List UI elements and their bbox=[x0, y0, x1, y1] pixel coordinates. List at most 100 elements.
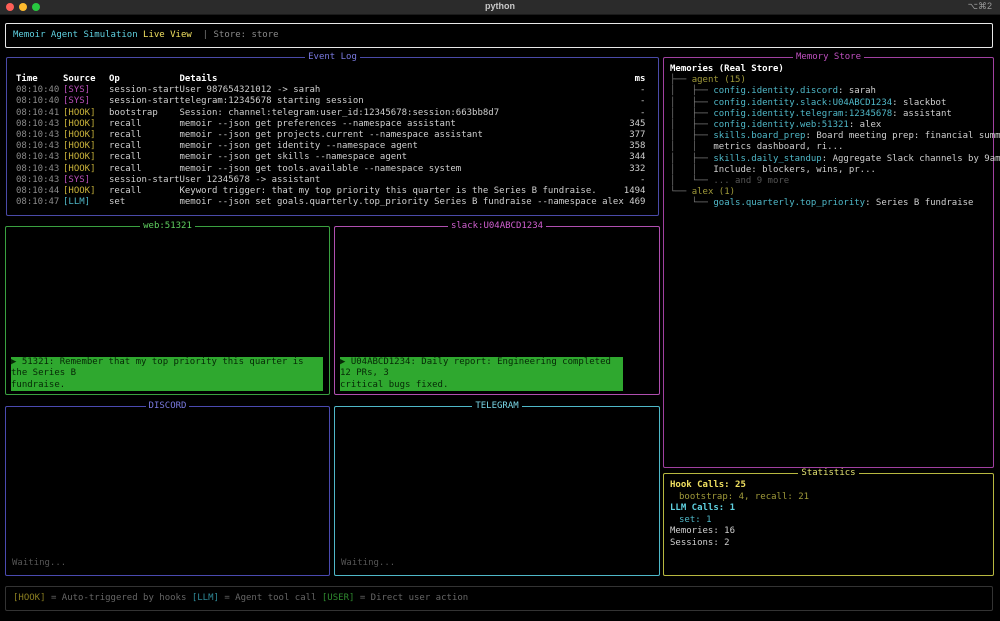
event-ms: - bbox=[640, 85, 646, 96]
legend-hook-tag: [HOOK] bbox=[13, 593, 46, 603]
channel-panel-slack: slack:U04ABCD1234 ▶ U04ABCD1234: Daily r… bbox=[334, 221, 660, 395]
event-op: recall bbox=[109, 130, 142, 141]
legend-user-tag: [USER] bbox=[321, 593, 355, 603]
window-titlebar: python ⌥⌘2 bbox=[0, 0, 1000, 15]
event-source: [SYS] bbox=[63, 85, 91, 96]
event-ms: 332 bbox=[629, 163, 646, 174]
event-log-row: 08:10:40 [SYS] session-start User 987654321… bbox=[16, 85, 645, 96]
event-details: telegram:12345678 starting session bbox=[179, 96, 364, 107]
event-details: User 12345678 -> assistant bbox=[179, 174, 321, 185]
event-ms: 469 bbox=[629, 197, 646, 208]
statistics-body: Hook Calls: 25 bootstrap: 4, recall: 21 … bbox=[670, 480, 809, 549]
memory-item[interactable]: │ ├── config.identity.discord: sarah bbox=[670, 86, 987, 97]
memories-stat: Memories: 16 bbox=[670, 526, 736, 536]
column-header-source: Source bbox=[63, 74, 96, 84]
event-op: set bbox=[109, 197, 126, 208]
app-title: Memoir Agent Simulation bbox=[13, 30, 138, 40]
event-log-title: Event Log bbox=[305, 52, 360, 62]
event-log-row: 08:10:47 [LLM] set memoir --json set goals.… bbox=[16, 197, 645, 208]
event-log-row: 08:10:43 [HOOK] recall memoir --json get to… bbox=[16, 164, 645, 175]
event-op: recall bbox=[109, 163, 142, 174]
event-log-table: Time Source Op Details ms 08:10:40 [SYS] s… bbox=[16, 74, 645, 208]
llm-calls-stat: LLM Calls: 1 bbox=[670, 503, 736, 513]
channel-title-slack: slack:U04ABCD1234 bbox=[447, 221, 547, 231]
event-log-row: 08:10:43 [HOOK] recall memoir --json get id… bbox=[16, 141, 645, 152]
memory-item[interactable]: │ ├── config.identity.telegram:12345678:… bbox=[670, 109, 987, 120]
column-header-time: Time bbox=[16, 74, 38, 84]
channel-panel-discord: DISCORD Waiting... bbox=[5, 401, 330, 576]
event-ms: 344 bbox=[629, 152, 646, 163]
channel-panel-telegram: TELEGRAM Waiting... bbox=[334, 401, 660, 576]
llm-breakdown-stat: set: 1 bbox=[679, 514, 712, 525]
event-details: Keyword trigger: that my top priority th… bbox=[179, 186, 597, 197]
channel-panel-web: web:51321 ▶ 51321: Remember that my top … bbox=[5, 221, 330, 395]
legend-user-desc: = Direct user action bbox=[359, 593, 469, 603]
event-source: [HOOK] bbox=[63, 186, 96, 197]
legend-footer: [HOOK] = Auto-triggered by hooks [LLM] =… bbox=[5, 586, 993, 611]
event-ms: 377 bbox=[629, 130, 646, 141]
event-source: [HOOK] bbox=[63, 163, 96, 174]
store-label: Store: store bbox=[213, 30, 279, 40]
hook-breakdown-stat: bootstrap: 4, recall: 21 bbox=[679, 491, 810, 502]
event-time: 08:10:47 bbox=[16, 197, 60, 208]
event-time: 08:10:40 bbox=[16, 96, 60, 107]
legend-hook-desc: = Auto-triggered by hooks bbox=[50, 593, 187, 603]
event-op: session-start bbox=[109, 85, 180, 96]
tree-node-alex-label: alex (1) bbox=[691, 187, 736, 198]
event-source: [HOOK] bbox=[63, 141, 96, 152]
column-header-details: Details bbox=[179, 74, 218, 84]
event-op: bootstrap bbox=[109, 107, 158, 118]
window-title: python bbox=[485, 1, 515, 11]
channel-title-web: web:51321 bbox=[140, 221, 195, 231]
event-log-row: 08:10:43 [SYS] session-start User 12345678 … bbox=[16, 175, 645, 186]
event-ms: - bbox=[640, 96, 646, 107]
event-op: recall bbox=[109, 152, 142, 163]
statistics-title: Statistics bbox=[798, 468, 859, 478]
event-time: 08:10:44 bbox=[16, 186, 60, 197]
event-log-row: 08:10:44 [HOOK] recall Keyword trigger: tha… bbox=[16, 186, 645, 197]
memory-item-continuation: │ │ metrics dashboard, ri... bbox=[670, 142, 844, 153]
event-time: 08:10:43 bbox=[16, 141, 60, 152]
tree-node-alex[interactable]: └── alex (1) bbox=[670, 187, 987, 198]
memory-item[interactable]: │ ├── skills.daily_standup: Aggregate Sl… bbox=[670, 154, 1000, 165]
event-log-body: 08:10:40 [SYS] session-start User 987654321… bbox=[16, 85, 645, 208]
event-time: 08:10:43 bbox=[16, 130, 60, 141]
memory-item[interactable]: └── goals.quarterly.top_priority: Series… bbox=[670, 198, 987, 209]
memory-more: │ └── ... and 9 more bbox=[670, 175, 790, 186]
memory-item-continuation: │ │ Include: blockers, wins, pr... bbox=[670, 164, 876, 175]
event-op: recall bbox=[109, 118, 142, 129]
event-op: recall bbox=[109, 141, 142, 152]
event-details: memoir --json get preferences --namespac… bbox=[179, 118, 456, 129]
column-header-ms: ms bbox=[634, 74, 646, 84]
discord-status: Waiting... bbox=[12, 557, 67, 568]
legend-line: [HOOK] = Auto-triggered by hooks [LLM] =… bbox=[13, 593, 468, 604]
telegram-status: Waiting... bbox=[341, 557, 396, 568]
event-details: memoir --json get skills --namespace age… bbox=[179, 152, 408, 163]
event-ms: - bbox=[640, 107, 646, 118]
event-time: 08:10:43 bbox=[16, 163, 60, 174]
memory-item[interactable]: │ ├── config.identity.web:51321: alex bbox=[670, 120, 987, 131]
chat-message-slack: ▶ U04ABCD1234: Daily report: Engineering… bbox=[340, 356, 623, 391]
event-source: [HOOK] bbox=[63, 152, 96, 163]
event-source: [HOOK] bbox=[63, 130, 96, 141]
memory-item[interactable]: │ ├── skills.board_prep: Board meeting p… bbox=[670, 131, 1000, 142]
event-time: 08:10:41 bbox=[16, 107, 60, 118]
memory-store-title: Memory Store bbox=[792, 52, 865, 62]
legend-llm-desc: = Agent tool call bbox=[224, 593, 317, 603]
event-log-row: 08:10:43 [HOOK] recall memoir --json get pr… bbox=[16, 119, 645, 130]
window-shortcut: ⌥⌘2 bbox=[967, 1, 992, 11]
event-source: [LLM] bbox=[63, 197, 91, 208]
event-source: [SYS] bbox=[63, 174, 91, 185]
event-ms: 1494 bbox=[623, 186, 646, 197]
event-ms: - bbox=[640, 174, 646, 185]
event-time: 08:10:40 bbox=[16, 85, 60, 96]
memory-heading: Memories (Real Store) bbox=[670, 64, 784, 74]
tree-node-agent-label: agent (15) bbox=[691, 75, 746, 86]
event-log-panel: Event Log Time Source Op Details ms 08:1… bbox=[6, 52, 659, 216]
event-source: [HOOK] bbox=[63, 118, 96, 129]
memory-item[interactable]: │ ├── config.identity.slack:U04ABCD1234:… bbox=[670, 98, 987, 109]
tree-node-agent[interactable]: ├── agent (15) bbox=[670, 75, 987, 86]
channel-title-discord: DISCORD bbox=[145, 401, 190, 411]
legend-llm-tag: [LLM] bbox=[191, 593, 219, 603]
event-time: 08:10:43 bbox=[16, 118, 60, 129]
